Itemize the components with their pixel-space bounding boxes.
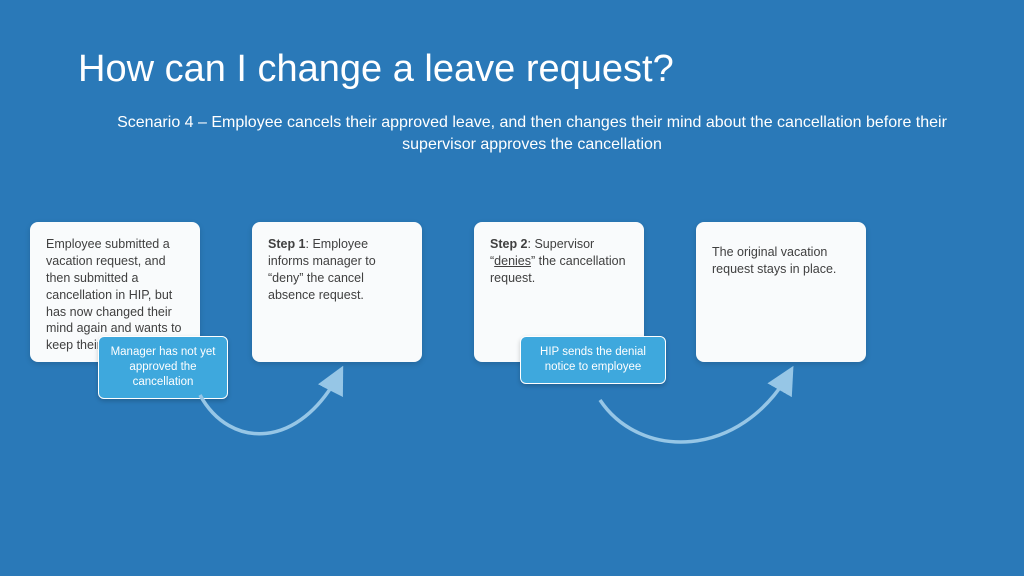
card-step-1: Step 1: Employee informs manager to “den… xyxy=(252,222,422,362)
card-result-text: The original vacation request stays in p… xyxy=(712,245,836,276)
subcard-hip-notice: HIP sends the denial notice to employee xyxy=(520,336,666,384)
slide-title: How can I change a leave request? xyxy=(78,48,674,91)
subcard-manager-status-text: Manager has not yet approved the cancell… xyxy=(111,346,216,388)
card-step-1-text: Step 1: Employee informs manager to “den… xyxy=(268,237,376,302)
card-result: The original vacation request stays in p… xyxy=(696,222,866,362)
step-2-label: Step 2 xyxy=(490,237,528,251)
card-situation-text: Employee submitted a vacation request, a… xyxy=(46,237,182,352)
step-2-denies: denies xyxy=(494,254,531,268)
subcard-hip-notice-text: HIP sends the denial notice to employee xyxy=(540,346,646,373)
step-1-label: Step 1 xyxy=(268,237,306,251)
card-step-2-text: Step 2: Supervisor “denies” the cancella… xyxy=(490,237,626,285)
slide-subtitle: Scenario 4 – Employee cancels their appr… xyxy=(100,112,964,157)
subcard-manager-status: Manager has not yet approved the cancell… xyxy=(98,336,228,399)
